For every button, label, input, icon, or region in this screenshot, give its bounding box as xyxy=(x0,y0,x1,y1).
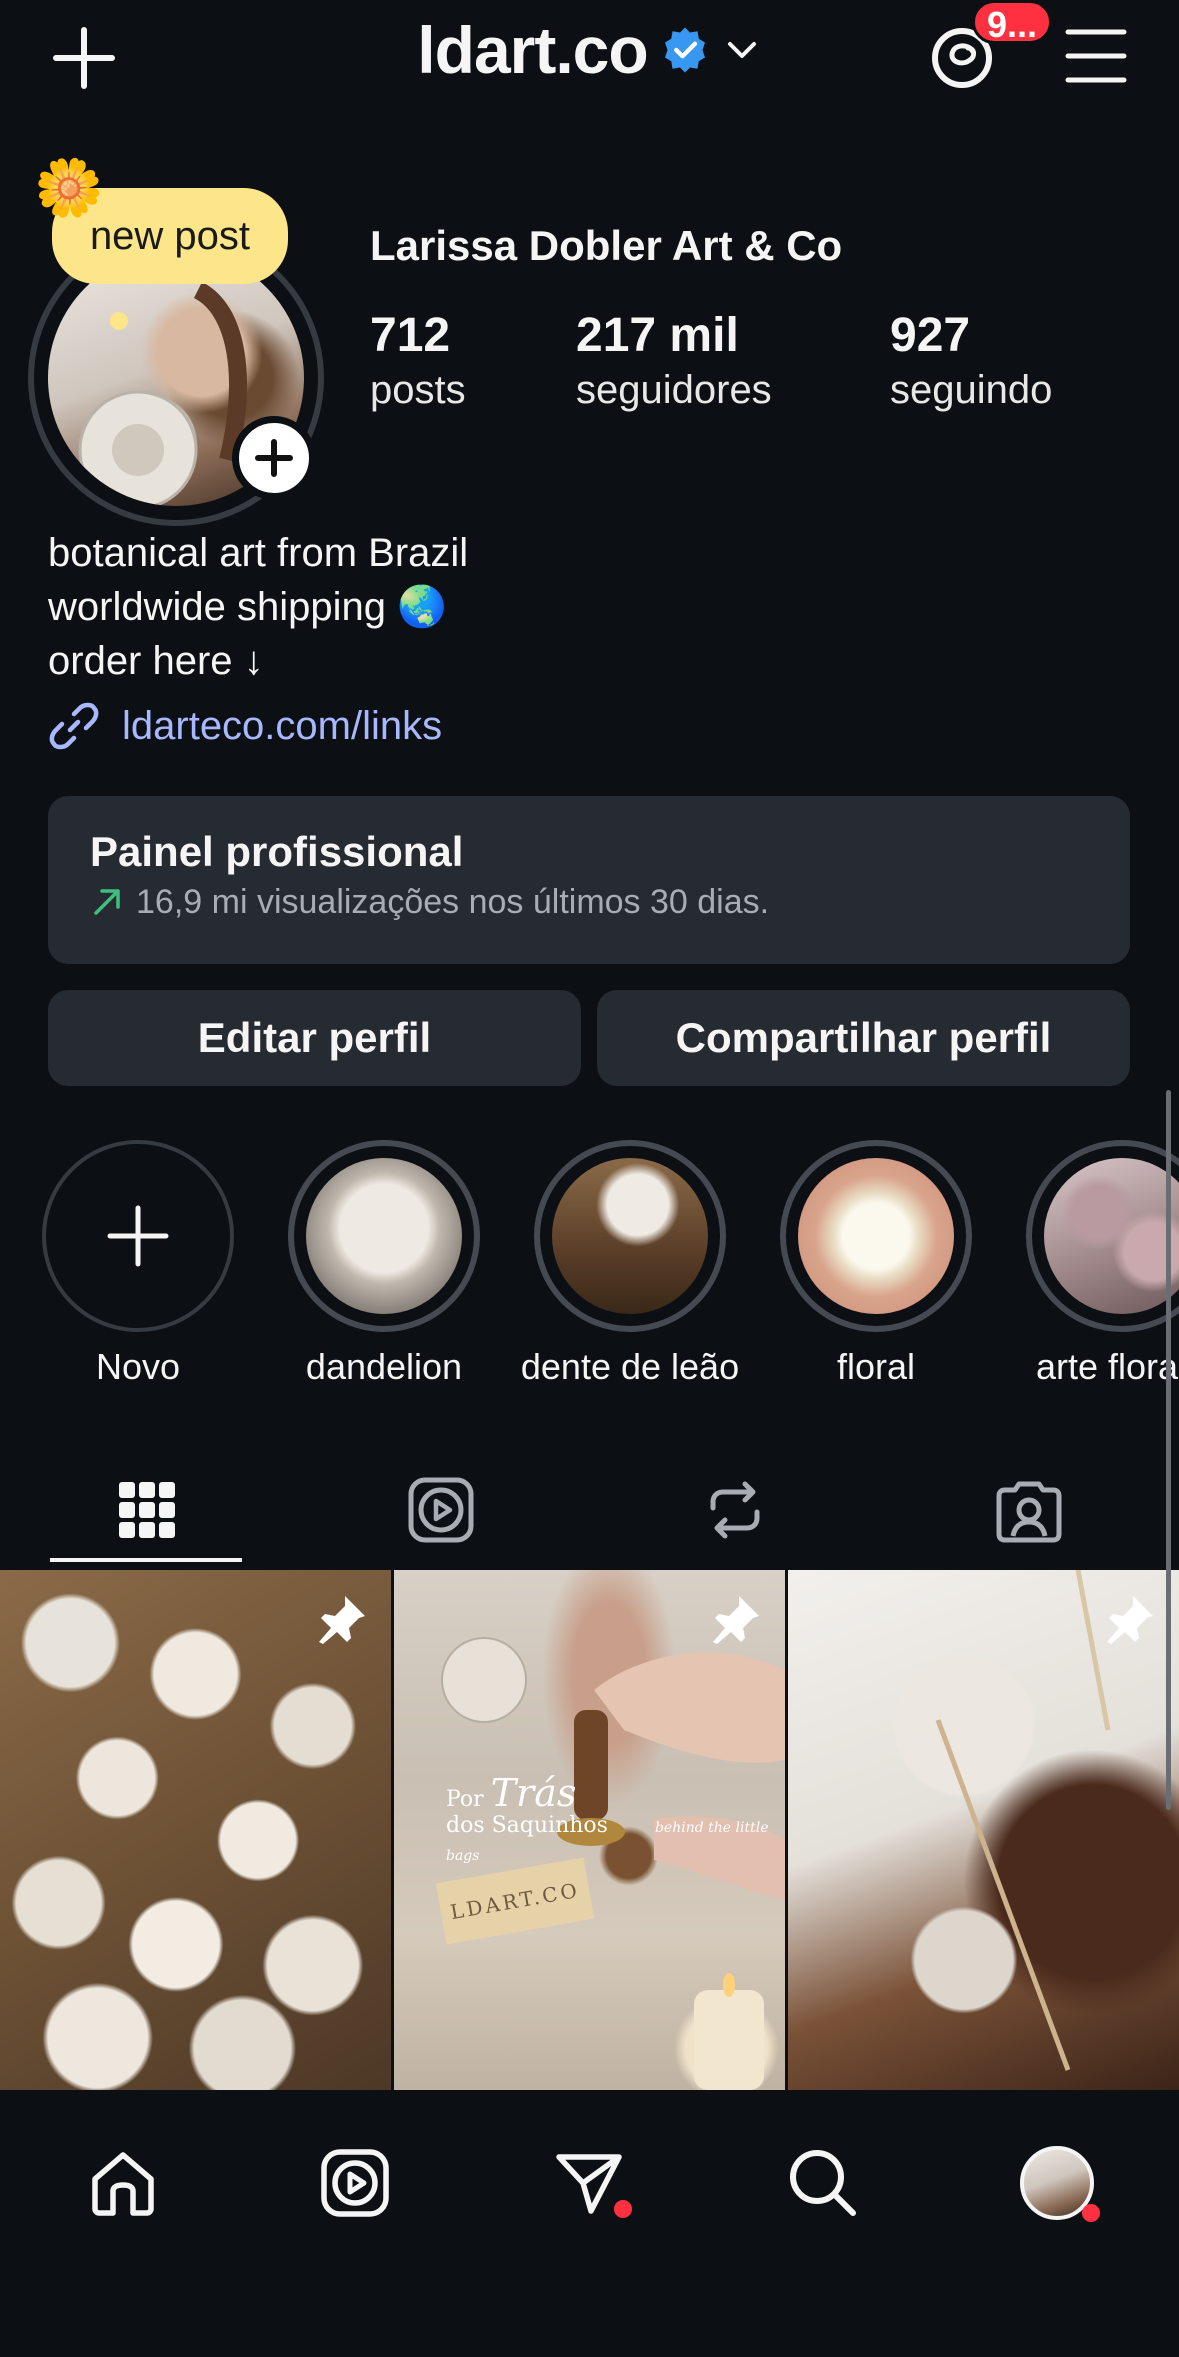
home-icon xyxy=(92,2152,154,2216)
highlight-ring xyxy=(1026,1140,1179,1332)
tagged-icon xyxy=(996,1481,1062,1543)
post-thumbnail[interactable]: Por Trás dos Saquinhos behind the little… xyxy=(394,1570,785,2090)
stat-value: 927 xyxy=(890,309,971,362)
highlight-label: arte floral xyxy=(1036,1346,1179,1387)
highlight-cover xyxy=(798,1158,954,1314)
professional-dashboard[interactable]: Painel profissional 16,9 mi visualizaçõe… xyxy=(48,796,1130,964)
stat-label: seguidores xyxy=(576,368,772,412)
stat-value: 217 mil xyxy=(576,309,739,362)
highlight-label: dandelion xyxy=(305,1346,463,1387)
hamburger-menu-icon xyxy=(1065,29,1127,83)
nav-search[interactable] xyxy=(778,2138,868,2228)
trend-up-icon xyxy=(94,889,120,915)
note-emoji: 🌼 xyxy=(34,156,104,219)
pin-icon xyxy=(713,1596,759,1644)
bio: botanical art from Brazil worldwide ship… xyxy=(48,526,468,688)
nav-messages[interactable] xyxy=(544,2138,634,2228)
search-icon xyxy=(790,2150,856,2216)
highlight-label: floral xyxy=(836,1346,916,1387)
chevron-down-icon xyxy=(727,42,756,58)
unread-dot xyxy=(614,2200,632,2218)
highlight-ring xyxy=(534,1140,726,1332)
note-bubble-tail xyxy=(110,312,128,330)
highlight-cover xyxy=(1044,1158,1179,1314)
unread-dot xyxy=(1082,2204,1100,2222)
threads-notification-badge: 9... xyxy=(972,0,1053,45)
display-name: Larissa Dobler Art & Co xyxy=(370,222,843,269)
highlight-ring xyxy=(288,1140,480,1332)
stat-followers[interactable]: 217 mil seguidores xyxy=(576,308,772,416)
scrollbar[interactable] xyxy=(1166,1090,1171,1810)
verified-badge-icon xyxy=(664,27,705,73)
panel-title: Painel profissional xyxy=(90,828,464,875)
highlight-label: Novo xyxy=(95,1346,181,1387)
stat-label: seguindo xyxy=(890,368,1053,412)
reels-icon xyxy=(408,1477,474,1543)
tab-posts-grid[interactable] xyxy=(0,1460,294,1560)
nav-reels[interactable] xyxy=(310,2138,400,2228)
bio-line: worldwide shipping 🌏 xyxy=(48,585,447,629)
stat-label: posts xyxy=(370,368,466,412)
highlight-ring xyxy=(42,1140,234,1332)
nav-profile[interactable] xyxy=(1012,2138,1102,2228)
username-text: ldart.co xyxy=(417,13,648,87)
tab-reels[interactable] xyxy=(294,1460,588,1560)
highlight-label: dente de leão xyxy=(520,1346,740,1387)
highlight-dente-de-leao[interactable]: dente de leão xyxy=(521,1140,739,1388)
reposts-icon xyxy=(710,1481,760,1539)
grid-icon xyxy=(119,1482,175,1538)
post-overlay-text: Por Trás dos Saquinhos behind the little… xyxy=(446,1774,785,1869)
tab-tagged[interactable] xyxy=(882,1460,1176,1560)
panel-subtitle: 16,9 mi visualizações nos últimos 30 dia… xyxy=(136,883,770,921)
highlight-ring xyxy=(780,1140,972,1332)
highlight-cover xyxy=(552,1158,708,1314)
bio-line: order here ↓ xyxy=(48,639,264,683)
bio-link[interactable]: ldarteco.com/links xyxy=(48,700,442,752)
account-switcher[interactable]: ldart.co xyxy=(417,12,761,88)
pin-icon xyxy=(319,1596,365,1644)
panel-subtitle-row: 16,9 mi visualizações nos últimos 30 dia… xyxy=(90,878,1088,926)
menu-button[interactable] xyxy=(1064,24,1128,88)
pin-icon xyxy=(1107,1596,1153,1644)
plus-icon xyxy=(107,1205,169,1267)
create-button[interactable] xyxy=(52,26,116,90)
overlay-title-1: Por xyxy=(446,1787,484,1812)
overlay-title-2: Trás xyxy=(490,1771,577,1815)
stat-posts[interactable]: 712 posts xyxy=(370,308,466,416)
plus-icon xyxy=(53,27,115,89)
nav-home[interactable] xyxy=(78,2138,168,2228)
post-thumbnail[interactable] xyxy=(788,1570,1179,2090)
active-tab-indicator xyxy=(50,1558,242,1562)
edit-profile-button[interactable]: Editar perfil xyxy=(48,990,581,1086)
overlay-title-3: dos Saquinhos xyxy=(446,1813,608,1838)
reels-icon xyxy=(321,2149,389,2217)
stat-value: 712 xyxy=(370,309,451,362)
highlight-cover xyxy=(306,1158,462,1314)
add-story-button[interactable] xyxy=(232,416,316,500)
tab-reposts[interactable] xyxy=(588,1460,882,1560)
highlight-arte-floral[interactable]: arte floral xyxy=(1026,1140,1179,1388)
post-thumbnail[interactable] xyxy=(0,1570,391,2090)
highlight-floral[interactable]: floral xyxy=(780,1140,972,1388)
plus-icon xyxy=(255,439,293,477)
link-icon xyxy=(49,702,99,750)
stat-following[interactable]: 927 seguindo xyxy=(890,308,1052,416)
highlight-dandelion[interactable]: dandelion xyxy=(288,1140,480,1388)
link-text: ldarteco.com/links xyxy=(122,703,443,748)
dandelion-photo xyxy=(935,1570,1111,2071)
share-profile-button[interactable]: Compartilhar perfil xyxy=(597,990,1130,1086)
highlight-new[interactable]: Novo xyxy=(42,1140,234,1388)
bio-line: botanical art from Brazil xyxy=(48,531,469,575)
